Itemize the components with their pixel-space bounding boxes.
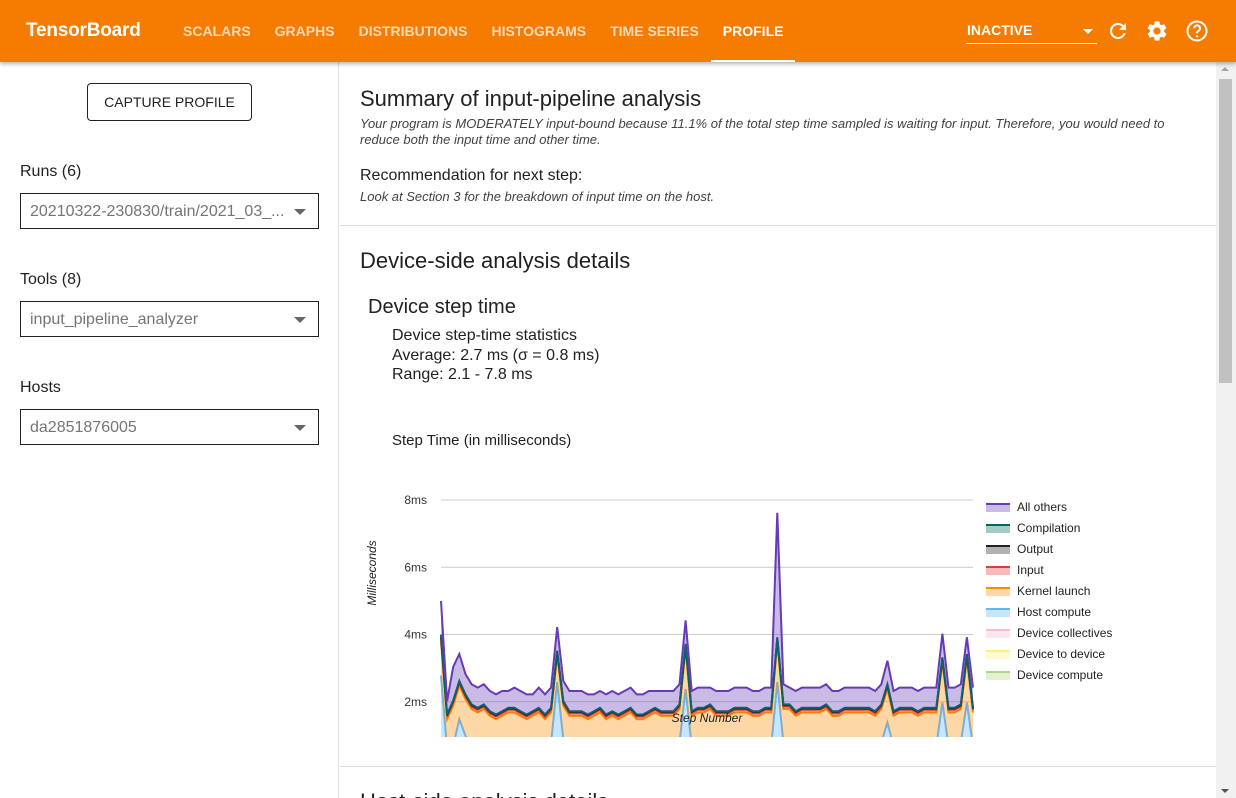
inactive-select-value: INACTIVE [967,22,1033,38]
x-axis-label: Step Number [672,711,744,725]
legend-label: Device compute [1017,668,1103,682]
capture-profile-button[interactable]: Capture Profile [87,83,252,121]
legend-label: Device collectives [1017,626,1112,640]
series-line-all-others [440,512,974,702]
step-time-stats-title: Device step-time statistics [392,327,577,344]
tab-scalars[interactable]: Scalars [171,0,263,62]
step-time-chart[interactable]: Step Time (in milliseconds) 0ms2ms4ms6ms… [360,427,1140,776]
legend-label: Kernel launch [1017,584,1090,598]
y-axis-label: Milliseconds [365,540,379,605]
legend-label: Device to device [1017,647,1105,661]
series-area-all-others [441,512,973,715]
y-tick-label: 4ms [404,628,427,642]
legend-label: Output [1017,542,1054,556]
tab-profile[interactable]: Profile [710,0,796,62]
chart-legend: All others Compilation Output Input Kernel l… [986,500,1112,682]
hosts-select[interactable]: da2851876005 [20,409,319,445]
app-title[interactable]: TensorBoard [26,20,141,42]
legend-swatch [986,651,1010,659]
tab-time-series[interactable]: Time Series [598,0,711,62]
profile-sidebar: Capture Profile Runs (6) 20210322-230830… [0,62,339,798]
tab-histograms[interactable]: Histograms [479,0,598,62]
device-section-title: Device-side analysis details [360,248,631,273]
legend-swatch [986,546,1010,554]
y-tick-label: 8ms [404,493,427,507]
runs-select-value: 20210322-230830/train/2021_03_... [30,203,285,220]
runs-select[interactable]: 20210322-230830/train/2021_03_... [20,193,319,229]
hosts-select-value: da2851876005 [30,419,137,436]
scroll-down-arrow-icon[interactable] [1221,789,1229,793]
summary-section: Summary of input-pipeline analysis Your … [340,62,1216,226]
tools-select[interactable]: input_pipeline_analyzer [20,301,319,337]
device-step-time-title: Device step time [368,296,516,318]
legend-label: Host compute [1017,605,1091,619]
scrollbar-thumb[interactable] [1219,79,1232,383]
legend-swatch [986,588,1010,596]
chevron-down-icon [1083,29,1093,34]
legend-label: Input [1017,563,1044,577]
legend-swatch [986,504,1010,512]
plugin-tabs: Scalars Graphs Distributions Histograms … [171,0,796,62]
host-section-title: Host-side analysis details [360,789,608,798]
chart-title: Step Time (in milliseconds) [392,432,571,449]
legend-swatch [986,630,1010,638]
legend-label: Compilation [1017,521,1080,535]
tools-select-value: input_pipeline_analyzer [30,311,199,328]
summary-title: Summary of input-pipeline analysis [360,86,702,111]
chevron-down-icon [294,209,306,215]
chart-series-areas [440,512,974,769]
scroll-up-arrow-icon[interactable] [1221,67,1229,71]
tools-label: Tools (8) [20,271,82,288]
settings-icon[interactable] [1145,19,1169,43]
chevron-down-icon [294,317,306,323]
tab-graphs[interactable]: Graphs [263,0,347,62]
chevron-down-icon [294,425,306,431]
main-content[interactable]: Summary of input-pipeline analysis Your … [340,62,1216,798]
refresh-icon[interactable] [1106,19,1130,43]
top-app-bar: TensorBoard Scalars Graphs Distributions… [0,0,1236,62]
legend-swatch [986,609,1010,617]
vertical-scrollbar[interactable] [1216,62,1236,798]
hosts-label: Hosts [20,379,61,396]
step-time-range: Range: 2.1 - 7.8 ms [392,366,533,383]
recommendation-text: Look at Section 3 for the breakdown of i… [360,189,715,204]
summary-description: Your program is MODERATELY input-bound b… [360,116,1165,147]
legend-label: All others [1017,500,1067,514]
runs-label: Runs (6) [20,163,82,180]
legend-swatch [986,525,1010,533]
recommendation-title: Recommendation for next step: [360,167,583,184]
tab-distributions[interactable]: Distributions [347,0,480,62]
step-time-chart-svg[interactable]: Step Time (in milliseconds) 0ms2ms4ms6ms… [360,427,1140,776]
chart-y-ticks: 0ms2ms4ms6ms8ms [404,493,427,776]
legend-swatch [986,567,1010,575]
help-icon[interactable] [1185,19,1209,43]
y-tick-label: 2ms [404,695,427,709]
y-tick-label: 6ms [404,560,427,574]
legend-swatch [986,672,1010,680]
inactive-plugins-select[interactable]: INACTIVE [966,18,1097,44]
step-time-average: Average: 2.7 ms (σ = 0.8 ms) [392,347,600,364]
